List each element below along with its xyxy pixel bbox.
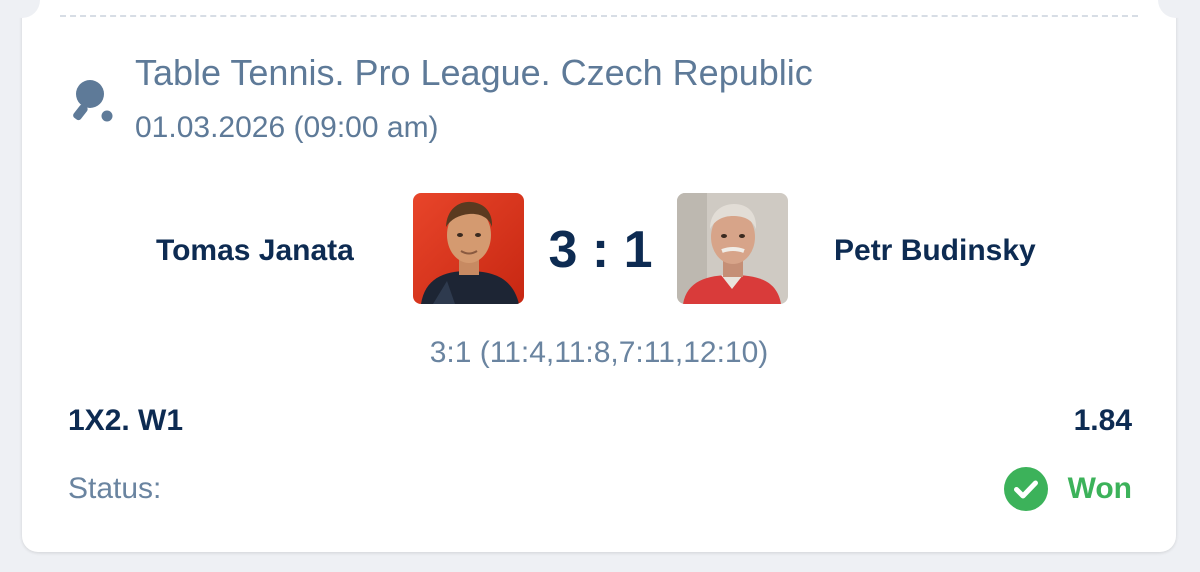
bet-card: Table Tennis. Pro League. Czech Republic… [4, 0, 1194, 552]
set-scores: 3:1 (11:4,11:8,7:11,12:10) [429, 336, 769, 369]
match-date: 01.03.2026 (09:00 am) [135, 111, 439, 144]
home-player-name: Tomas Janata [156, 234, 354, 267]
ticket-perforation [60, 15, 1138, 17]
ticket-notch-right [1158, 0, 1194, 18]
status-badge: Won [1003, 467, 1132, 511]
league-title: Table Tennis. Pro League. Czech Republic [135, 52, 813, 93]
match-score: 3 : 1 [548, 221, 653, 279]
status-value: Won [1067, 472, 1132, 505]
table-tennis-icon [73, 80, 113, 122]
status-label: Status: [68, 472, 162, 505]
home-player-avatar [413, 193, 524, 304]
bet-odds: 1.84 [1073, 404, 1132, 437]
ticket-notch-left [4, 0, 40, 18]
away-player-name: Petr Budinsky [834, 234, 1036, 267]
away-player-avatar [677, 193, 788, 304]
check-circle-icon [1003, 467, 1048, 511]
bet-market: 1X2. W1 [68, 404, 184, 437]
